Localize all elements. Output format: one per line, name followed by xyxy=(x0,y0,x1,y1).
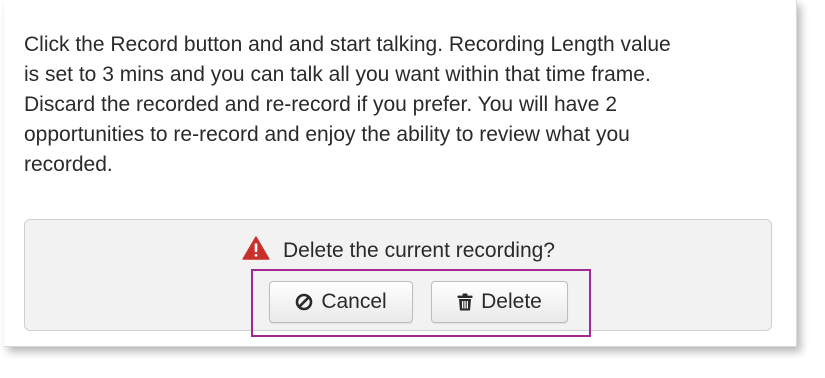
instructions-line: recorded. xyxy=(24,153,113,176)
screenshot-stage: Click the Record button and and start ta… xyxy=(0,0,825,378)
ban-icon xyxy=(296,293,313,311)
delete-confirmation-panel: Delete the current recording? Cancel Del… xyxy=(24,219,772,337)
delete-button[interactable]: Delete xyxy=(431,281,568,323)
cancel-button[interactable]: Cancel xyxy=(269,281,413,323)
instructions-line: is set to 3 mins and you can talk all yo… xyxy=(24,63,651,86)
warning-icon xyxy=(242,236,270,260)
trash-icon xyxy=(457,293,473,311)
delete-prompt-text: Delete the current recording? xyxy=(283,239,555,262)
delete-prompt: Delete the current recording? xyxy=(25,236,771,264)
instructions-text: Click the Record button and and start ta… xyxy=(24,30,764,180)
delete-button-label: Delete xyxy=(481,290,542,313)
instructions-line: Discard the recorded and re-record if yo… xyxy=(24,93,617,116)
cancel-button-label: Cancel xyxy=(321,290,387,313)
recording-card: Click the Record button and and start ta… xyxy=(4,0,797,347)
instructions-line: opportunities to re-record and enjoy the… xyxy=(24,123,630,146)
instructions-line: Click the Record button and and start ta… xyxy=(24,33,671,56)
